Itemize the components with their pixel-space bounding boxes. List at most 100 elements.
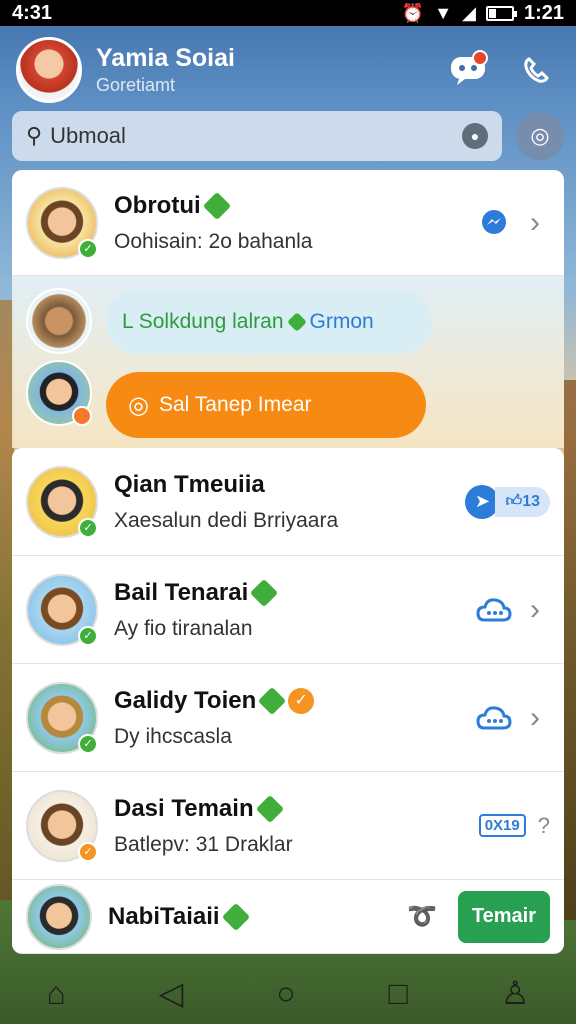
avatar: ✓ <box>26 186 98 259</box>
verified-gem-icon <box>221 902 250 931</box>
online-badge <box>72 406 92 426</box>
chat-row[interactable]: NabiTaiaii ➰ Temair <box>12 880 564 954</box>
search-row: ⚲ ● ◎ <box>12 110 564 162</box>
cloud-chat-icon[interactable] <box>476 592 512 628</box>
avatar <box>26 360 92 426</box>
chat-row[interactable]: ✓ Obrotui Oohisain: 2o bahanla › <box>12 170 564 276</box>
chat-name: NabiTaiaii <box>108 902 404 931</box>
voice-search-icon[interactable]: ● <box>462 123 488 149</box>
verified-gem-icon <box>258 686 287 715</box>
chat-name: Galidy Toien ✓ <box>114 686 476 715</box>
help-icon[interactable]: ? <box>538 813 550 839</box>
incoming-bubble[interactable]: L Solkdung lalran Grmon <box>106 290 432 354</box>
orange-check-icon: ✓ <box>288 687 315 714</box>
header-text: Yamia Soiai Goretiamt <box>96 44 424 96</box>
chat-message: Dy ihcscasla <box>114 724 232 748</box>
like-count: 👍︎ 13 <box>495 486 550 517</box>
bubble-text: Sal Tanep Imear <box>158 393 312 416</box>
outgoing-bubble[interactable]: ◎ Sal Tanep Imear <box>106 372 426 438</box>
chat-list: ✓ Obrotui Oohisain: 2o bahanla › L Solkd… <box>12 170 564 954</box>
profile-subtitle: Goretiamt <box>96 75 176 95</box>
chat-text: Obrotui Oohisain: 2o bahanla <box>114 191 476 254</box>
target-icon: ◎ <box>530 123 550 148</box>
back-icon[interactable]: ◁ <box>159 974 184 1012</box>
status-icons: ⏰ ▼ ◢ 1:21 <box>402 2 564 25</box>
chat-name-text: Bail Tenarai <box>114 578 249 606</box>
chat-message: Oohisain: 2o bahanla <box>114 229 313 253</box>
avatar: ✓ <box>26 789 98 862</box>
chat-text: Bail Tenarai Ay fio tiranalan <box>114 578 476 641</box>
orange-icon: ◎ <box>128 391 149 419</box>
recents-icon[interactable]: □ <box>389 975 408 1012</box>
chat-name: Dasi Temain <box>114 794 479 823</box>
chat-name-text: Galidy Toien <box>114 686 257 714</box>
chat-row[interactable]: ✓ Bail Tenarai Ay fio tiranalan › <box>12 556 564 664</box>
link-icon[interactable]: ➰ <box>404 899 440 935</box>
chevron-right-icon[interactable]: › <box>520 701 550 735</box>
chat-name: Obrotui <box>114 191 476 220</box>
cta-button[interactable]: Temair <box>457 890 550 943</box>
avatar <box>26 883 92 950</box>
home-icon[interactable]: ⌂ <box>46 975 65 1012</box>
messenger-icon: ➤ <box>465 484 500 519</box>
profile-name: Yamia Soiai <box>96 44 235 72</box>
avatar: ✓ <box>26 465 98 538</box>
verified-gem-icon <box>255 794 284 823</box>
filter-button[interactable]: ◎ <box>516 112 564 160</box>
chat-name-text: NabiTaiaii <box>108 902 220 930</box>
profile-icon[interactable]: ♙ <box>501 974 530 1012</box>
leaf-icon <box>286 312 307 332</box>
search-icon: ⚲ <box>26 123 43 148</box>
bubble-text-blue: Grmon <box>309 310 374 333</box>
online-badge: ✓ <box>78 733 98 754</box>
chevron-right-icon[interactable]: › <box>520 206 550 240</box>
chat-text: Qian Tmeuiia Xaesalun dedi Brriyaara <box>114 471 465 533</box>
avatar: ✓ <box>26 681 98 754</box>
chat-message: Batlepv: 31 Draklar <box>114 832 293 856</box>
battery-icon <box>485 5 517 21</box>
search-box[interactable]: ⚲ ● <box>12 111 502 161</box>
wifi-icon: ▼ <box>434 2 453 23</box>
phone-icon[interactable] <box>512 46 560 94</box>
chat-message: Xaesalun dedi Brriyaara <box>114 508 339 532</box>
like-pill[interactable]: ➤ 👍︎ 13 <box>465 484 550 519</box>
count-badge: 0X19 <box>478 814 526 837</box>
chat-row[interactable]: ✓ Galidy Toien ✓ Dy ihcscasla › <box>12 664 564 772</box>
status-time-left: 4:31 <box>12 1 53 24</box>
circle-home-icon[interactable]: ○ <box>276 975 295 1012</box>
avatar: ✓ <box>26 573 98 646</box>
app-header: Yamia Soiai Goretiamt <box>0 26 576 114</box>
message-preview-area: L Solkdung lalran Grmon ◎ Sal Tanep Imea… <box>12 276 564 448</box>
signal-icon: ◢ <box>462 2 476 23</box>
bubble-text-green: L Solkdung lalran <box>122 310 284 333</box>
chevron-right-icon[interactable]: › <box>520 593 550 627</box>
avatar <box>26 288 92 354</box>
chat-name: Qian Tmeuiia <box>114 470 265 498</box>
scene-decoration-right <box>564 380 576 920</box>
verified-gem-icon <box>250 578 279 607</box>
chat-bubble-icon[interactable] <box>444 46 492 94</box>
status-time-right: 1:21 <box>523 1 564 24</box>
like-count-text: 13 <box>522 492 540 510</box>
online-badge: ✓ <box>78 841 98 862</box>
alarm-icon: ⏰ <box>401 2 425 23</box>
chat-name-text: Dasi Temain <box>114 794 254 822</box>
chat-text: NabiTaiaii <box>108 902 404 931</box>
online-badge: ✓ <box>78 625 98 646</box>
chat-row[interactable]: ✓ Dasi Temain Batlepv: 31 Draklar 0X19 ? <box>12 772 564 880</box>
thumbs-up-icon: 👍︎ <box>505 493 523 510</box>
online-badge: ✓ <box>78 238 98 259</box>
chat-name: Bail Tenarai <box>114 578 476 607</box>
bottom-nav: ⌂ ◁ ○ □ ♙ <box>0 962 576 1024</box>
chat-message: Ay fio tiranalan <box>114 616 253 640</box>
online-badge: ✓ <box>78 517 98 538</box>
notification-dot <box>472 50 488 66</box>
chat-text: Galidy Toien ✓ Dy ihcscasla <box>114 686 476 749</box>
status-bar: 4:31 ⏰ ▼ ◢ 1:21 <box>0 0 576 26</box>
chat-row[interactable]: ✓ Qian Tmeuiia Xaesalun dedi Brriyaara ➤… <box>12 448 564 556</box>
chat-name-text: Obrotui <box>114 191 201 219</box>
profile-avatar[interactable] <box>16 37 82 103</box>
messenger-icon[interactable] <box>476 205 512 241</box>
cloud-chat-icon[interactable] <box>476 700 512 736</box>
search-input[interactable] <box>50 123 462 149</box>
